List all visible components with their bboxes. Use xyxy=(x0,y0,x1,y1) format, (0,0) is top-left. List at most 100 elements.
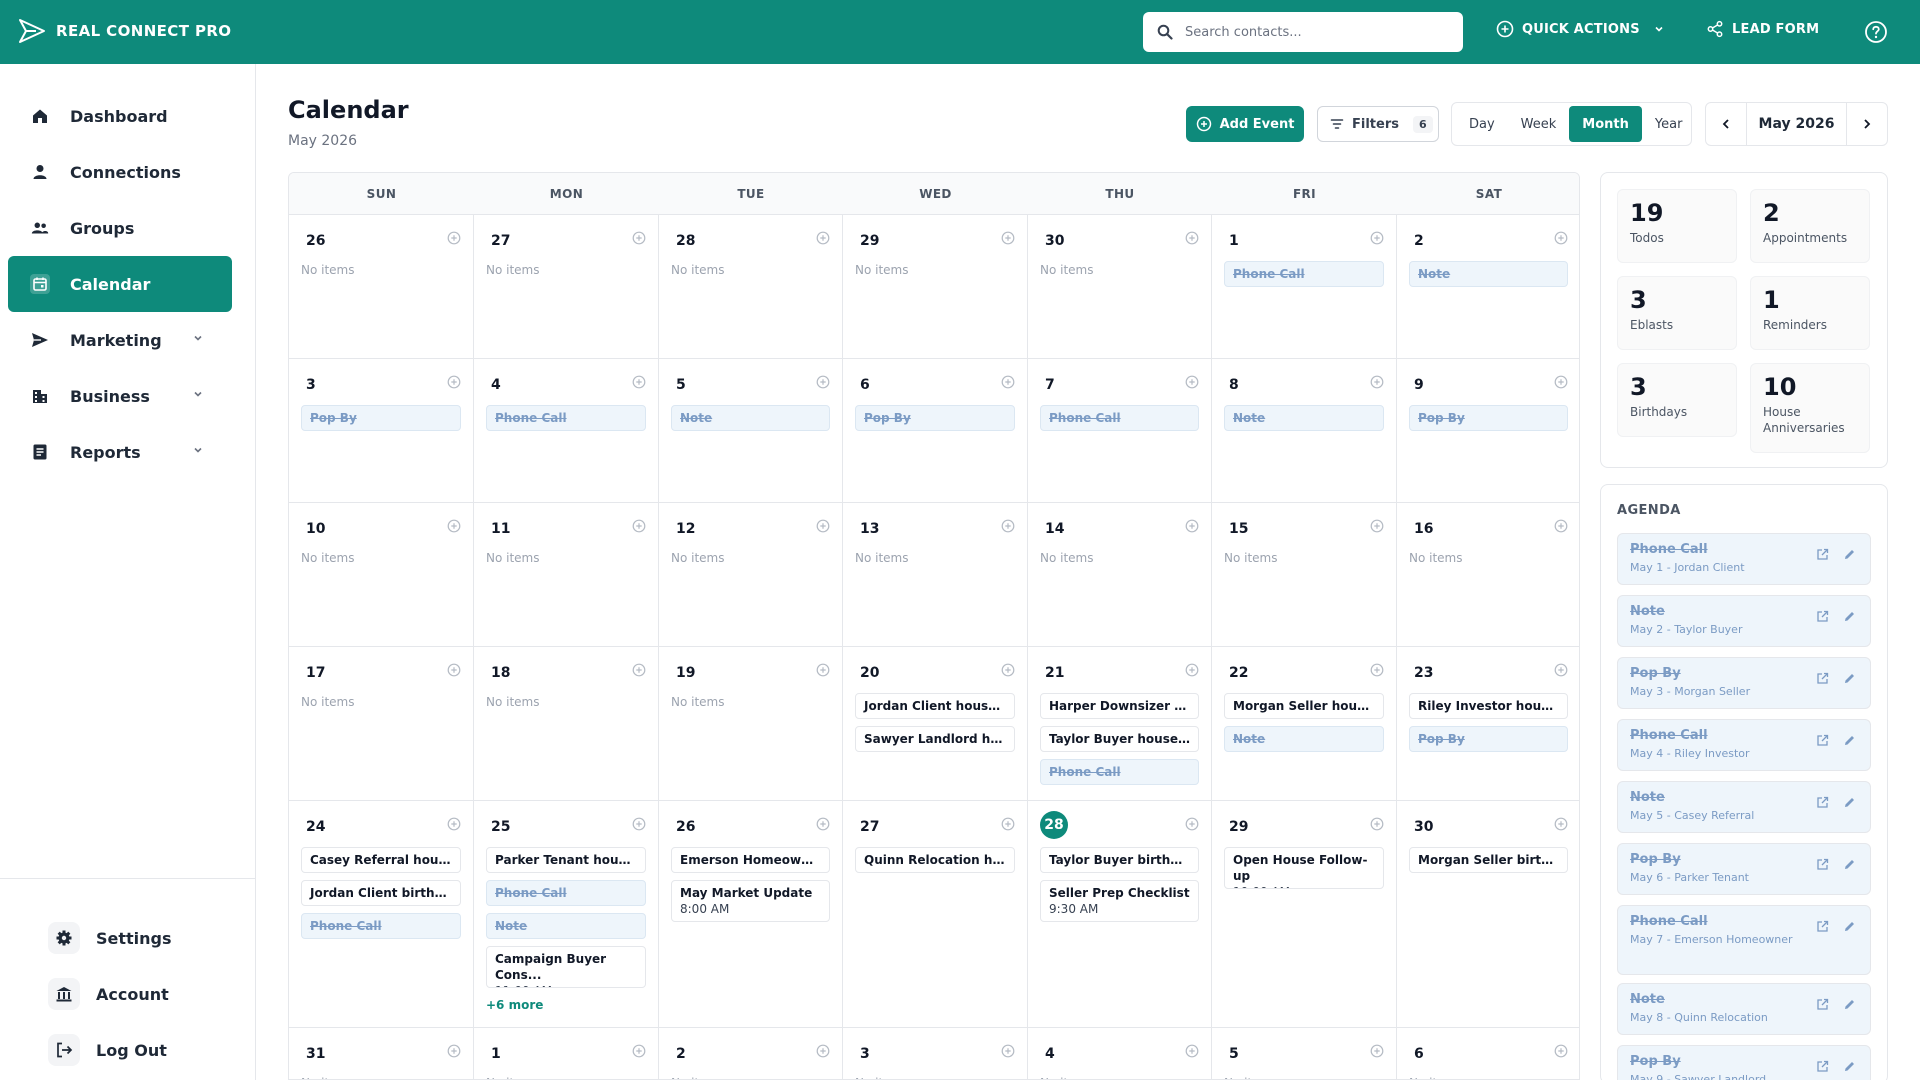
add-event-icon[interactable] xyxy=(816,519,830,533)
edit-pencil-icon[interactable] xyxy=(1843,998,1856,1011)
day-cell[interactable]: 17 No items xyxy=(289,647,474,801)
day-cell[interactable]: 29 Open House Follow-up10:00 AM xyxy=(1212,801,1397,1028)
add-event-icon[interactable] xyxy=(1001,817,1015,831)
stat-card[interactable]: 19 Todos xyxy=(1617,189,1737,263)
view-week[interactable]: Week xyxy=(1508,106,1570,142)
completed-event-chip[interactable]: Note xyxy=(1224,405,1384,431)
stat-card[interactable]: 2 Appointments xyxy=(1750,189,1870,263)
completed-event-chip[interactable]: Pop By xyxy=(1409,726,1568,752)
add-event-button[interactable]: Add Event xyxy=(1186,106,1304,142)
add-event-icon[interactable] xyxy=(816,231,830,245)
add-event-icon[interactable] xyxy=(1554,375,1568,389)
stat-card[interactable]: 10 House Anniversaries xyxy=(1750,363,1870,453)
event-chip[interactable]: Taylor Buyer birthday xyxy=(1040,847,1199,873)
event-chip[interactable]: Sawyer Landlord hous... xyxy=(855,726,1015,752)
agenda-item[interactable]: Pop By May 9 - Sawyer Landlord xyxy=(1617,1045,1871,1080)
day-cell[interactable]: 7 Phone Call xyxy=(1028,359,1212,503)
add-event-icon[interactable] xyxy=(632,231,646,245)
event-chip[interactable]: Seller Prep Checklist 9:30 AM xyxy=(1040,880,1199,922)
day-cell[interactable]: 26 Emerson Homeowner ... May Market Update… xyxy=(659,801,843,1028)
account-link[interactable]: Account xyxy=(16,969,240,1019)
agenda-item[interactable]: Note May 2 - Taylor Buyer xyxy=(1617,595,1871,647)
brand-logo[interactable]: REAL CONNECT PRO xyxy=(18,18,231,44)
day-cell[interactable]: 30 No items xyxy=(1028,215,1212,359)
completed-event-chip[interactable]: Pop By xyxy=(855,405,1015,431)
add-event-icon[interactable] xyxy=(1370,1044,1384,1058)
add-event-icon[interactable] xyxy=(1554,1044,1568,1058)
day-cell[interactable]: 3 Pop By xyxy=(289,359,474,503)
add-event-icon[interactable] xyxy=(1001,663,1015,677)
day-cell[interactable]: 13 No items xyxy=(843,503,1028,647)
add-event-icon[interactable] xyxy=(816,663,830,677)
event-chip[interactable]: Harper Downsizer hou... xyxy=(1040,693,1199,719)
add-event-icon[interactable] xyxy=(1185,1044,1199,1058)
open-external-icon[interactable] xyxy=(1816,858,1829,871)
quick-actions-button[interactable]: QUICK ACTIONS xyxy=(1496,20,1664,38)
open-external-icon[interactable] xyxy=(1816,734,1829,747)
add-event-icon[interactable] xyxy=(447,375,461,389)
settings-link[interactable]: Settings xyxy=(16,913,240,963)
search-box[interactable] xyxy=(1143,12,1463,52)
day-cell[interactable]: 14 No items xyxy=(1028,503,1212,647)
add-event-icon[interactable] xyxy=(447,663,461,677)
add-event-icon[interactable] xyxy=(1554,231,1568,245)
sidebar-item-dashboard[interactable]: Dashboard xyxy=(8,88,232,144)
edit-pencil-icon[interactable] xyxy=(1843,796,1856,809)
agenda-item[interactable]: Pop By May 6 - Parker Tenant xyxy=(1617,843,1871,895)
event-chip[interactable]: Jordan Client birthday xyxy=(301,880,461,906)
next-month-button[interactable] xyxy=(1847,103,1887,145)
sidebar-item-business[interactable]: Business xyxy=(8,368,232,424)
lead-form-button[interactable]: LEAD FORM xyxy=(1706,20,1819,38)
open-external-icon[interactable] xyxy=(1816,920,1829,933)
day-cell[interactable]: 3 No items xyxy=(843,1028,1028,1079)
completed-event-chip[interactable]: Phone Call xyxy=(1040,405,1199,431)
open-external-icon[interactable] xyxy=(1816,672,1829,685)
completed-event-chip[interactable]: Phone Call xyxy=(301,913,461,939)
open-external-icon[interactable] xyxy=(1816,610,1829,623)
completed-event-chip[interactable]: Note xyxy=(486,913,646,939)
day-cell[interactable]: 5 Note xyxy=(659,359,843,503)
completed-event-chip[interactable]: Phone Call xyxy=(486,405,646,431)
event-chip[interactable]: Morgan Seller birthday xyxy=(1409,847,1568,873)
view-month[interactable]: Month xyxy=(1569,106,1642,142)
day-cell[interactable]: 2 No items xyxy=(659,1028,843,1079)
add-event-icon[interactable] xyxy=(632,519,646,533)
completed-event-chip[interactable]: Pop By xyxy=(301,405,461,431)
more-events-link[interactable]: +6 more xyxy=(486,998,543,1012)
event-chip[interactable]: Open House Follow-up10:00 AM xyxy=(1224,847,1384,889)
add-event-icon[interactable] xyxy=(1185,817,1199,831)
event-chip[interactable]: May Market Update 8:00 AM xyxy=(671,880,830,922)
add-event-icon[interactable] xyxy=(1001,519,1015,533)
open-external-icon[interactable] xyxy=(1816,998,1829,1011)
day-cell[interactable]: 10 No items xyxy=(289,503,474,647)
add-event-icon[interactable] xyxy=(447,1044,461,1058)
edit-pencil-icon[interactable] xyxy=(1843,734,1856,747)
sidebar-item-reports[interactable]: Reports xyxy=(8,424,232,480)
completed-event-chip[interactable]: Phone Call xyxy=(1040,759,1199,785)
event-chip[interactable]: Taylor Buyer house an... xyxy=(1040,726,1199,752)
add-event-icon[interactable] xyxy=(1001,231,1015,245)
day-cell[interactable]: 4 No items xyxy=(1028,1028,1212,1079)
help-button[interactable] xyxy=(1864,20,1888,44)
add-event-icon[interactable] xyxy=(447,817,461,831)
day-cell[interactable]: 30 Morgan Seller birthday xyxy=(1397,801,1579,1028)
day-cell[interactable]: 27 No items xyxy=(474,215,659,359)
view-year[interactable]: Year xyxy=(1642,106,1696,142)
event-chip[interactable]: Casey Referral house ... xyxy=(301,847,461,873)
day-cell[interactable]: 1 No items xyxy=(474,1028,659,1079)
edit-pencil-icon[interactable] xyxy=(1843,672,1856,685)
add-event-icon[interactable] xyxy=(632,663,646,677)
add-event-icon[interactable] xyxy=(1185,375,1199,389)
stat-card[interactable]: 3 Eblasts xyxy=(1617,276,1737,350)
add-event-icon[interactable] xyxy=(1554,817,1568,831)
day-cell[interactable]: 23 Riley Investor house a... Pop By xyxy=(1397,647,1579,801)
day-cell[interactable]: 28 Taylor Buyer birthday Seller Prep Check… xyxy=(1028,801,1212,1028)
event-chip[interactable]: Quinn Relocation hous... xyxy=(855,847,1015,873)
day-cell[interactable]: 31 No items xyxy=(289,1028,474,1079)
add-event-icon[interactable] xyxy=(1370,663,1384,677)
day-cell[interactable]: 6 Pop By xyxy=(843,359,1028,503)
add-event-icon[interactable] xyxy=(1370,817,1384,831)
day-cell[interactable]: 12 No items xyxy=(659,503,843,647)
day-cell[interactable]: 19 No items xyxy=(659,647,843,801)
event-chip[interactable]: Morgan Seller house a... xyxy=(1224,693,1384,719)
